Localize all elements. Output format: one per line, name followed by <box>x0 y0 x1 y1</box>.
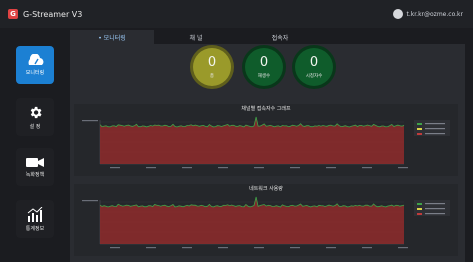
x-tick-label <box>254 167 264 169</box>
legend-swatch <box>417 203 422 205</box>
avatar[interactable] <box>392 9 403 19</box>
monitoring-content: 0 총 0 재생수 0 시청자수 채널별 접속자수 그래프 네트워크 사용량 <box>70 44 465 262</box>
x-tick-label <box>254 247 264 249</box>
app-logo-text: G <box>10 10 16 18</box>
sidebar-item-recording[interactable]: 녹화정책 <box>16 148 54 186</box>
stat-value: 0 <box>259 54 269 70</box>
x-tick-label <box>218 167 228 169</box>
tab-connections[interactable]: 접속자 <box>238 30 322 44</box>
sidebar-item-label: 설 정 <box>29 123 41 130</box>
sidebar: 모니터링 설 정 녹화정책 통계정보 <box>0 28 64 262</box>
stat-value: 0 <box>309 54 319 70</box>
x-tick-label <box>326 247 336 249</box>
x-tick-label <box>290 167 300 169</box>
network-usage-graph: 네트워크 사용량 <box>74 184 458 256</box>
area-series <box>100 117 404 164</box>
x-tick-label <box>398 167 408 169</box>
stat-playback: 0 재생수 <box>245 48 283 86</box>
graph-plot <box>82 116 450 169</box>
user-menu[interactable]: t.kr.kr@ozme.co.kr <box>392 9 473 19</box>
legend-swatch <box>417 128 422 130</box>
tab-monitoring[interactable]: • 모니터링 <box>70 30 154 44</box>
sidebar-item-monitoring[interactable]: 모니터링 <box>16 46 54 84</box>
legend-label <box>425 208 445 210</box>
app-window: G G-Streamer V3 t.kr.kr@ozme.co.kr 모니터링 … <box>0 0 473 262</box>
x-tick-label <box>326 167 336 169</box>
y-tick-label <box>82 120 98 122</box>
x-tick-label <box>398 247 408 249</box>
area-series <box>100 197 404 244</box>
user-email[interactable]: t.kr.kr@ozme.co.kr <box>407 11 463 18</box>
camera-icon <box>26 157 44 167</box>
bar-chart-icon <box>27 206 43 222</box>
x-tick-label <box>146 247 156 249</box>
x-tick-label <box>362 247 372 249</box>
stat-total: 0 총 <box>193 48 231 86</box>
main-area: • 모니터링 채 널 접속자 0 총 0 재생수 0 시청자수 채널별 접속자수… <box>70 28 473 262</box>
legend-label <box>425 213 445 215</box>
stat-label: 재생수 <box>257 73 271 79</box>
app-title: G-Streamer V3 <box>23 9 83 19</box>
top-bar: G G-Streamer V3 t.kr.kr@ozme.co.kr <box>0 0 473 28</box>
sidebar-item-label: 통계정보 <box>25 225 45 232</box>
sidebar-item-settings[interactable]: 설 정 <box>16 98 54 136</box>
tab-bar: • 모니터링 채 널 접속자 <box>70 30 465 44</box>
tab-channels[interactable]: 채 널 <box>154 30 238 44</box>
x-tick-label <box>218 247 228 249</box>
legend-swatch <box>417 208 422 210</box>
stat-circles: 0 총 0 재생수 0 시청자수 <box>190 48 450 98</box>
channel-connections-graph: 채널별 접속자수 그래프 <box>74 104 458 176</box>
sidebar-item-label: 모니터링 <box>25 70 45 76</box>
sidebar-item-statistics[interactable]: 통계정보 <box>16 200 54 238</box>
sidebar-item-label: 녹화정책 <box>25 171 45 178</box>
y-tick-label <box>82 200 98 202</box>
legend-label <box>425 203 445 205</box>
x-tick-label <box>110 247 120 249</box>
app-logo-icon: G <box>8 9 18 19</box>
x-tick-label <box>182 247 192 249</box>
x-tick-label <box>182 167 192 169</box>
x-tick-label <box>290 247 300 249</box>
stat-label: 시청자수 <box>305 73 323 79</box>
legend-swatch <box>417 213 422 215</box>
x-tick-label <box>362 167 372 169</box>
graph-plot <box>82 196 450 249</box>
legend-label <box>425 128 445 130</box>
stat-label: 총 <box>209 73 215 79</box>
stat-value: 0 <box>207 54 217 70</box>
legend-swatch <box>417 133 422 135</box>
stat-viewers: 0 시청자수 <box>295 48 333 86</box>
brand: G G-Streamer V3 <box>0 9 82 19</box>
gear-icon <box>30 106 41 118</box>
x-tick-label <box>110 167 120 169</box>
legend-label <box>425 123 445 125</box>
x-tick-label <box>146 167 156 169</box>
cloud-gauge-icon <box>28 54 44 65</box>
legend-label <box>425 133 445 135</box>
legend-swatch <box>417 123 422 125</box>
